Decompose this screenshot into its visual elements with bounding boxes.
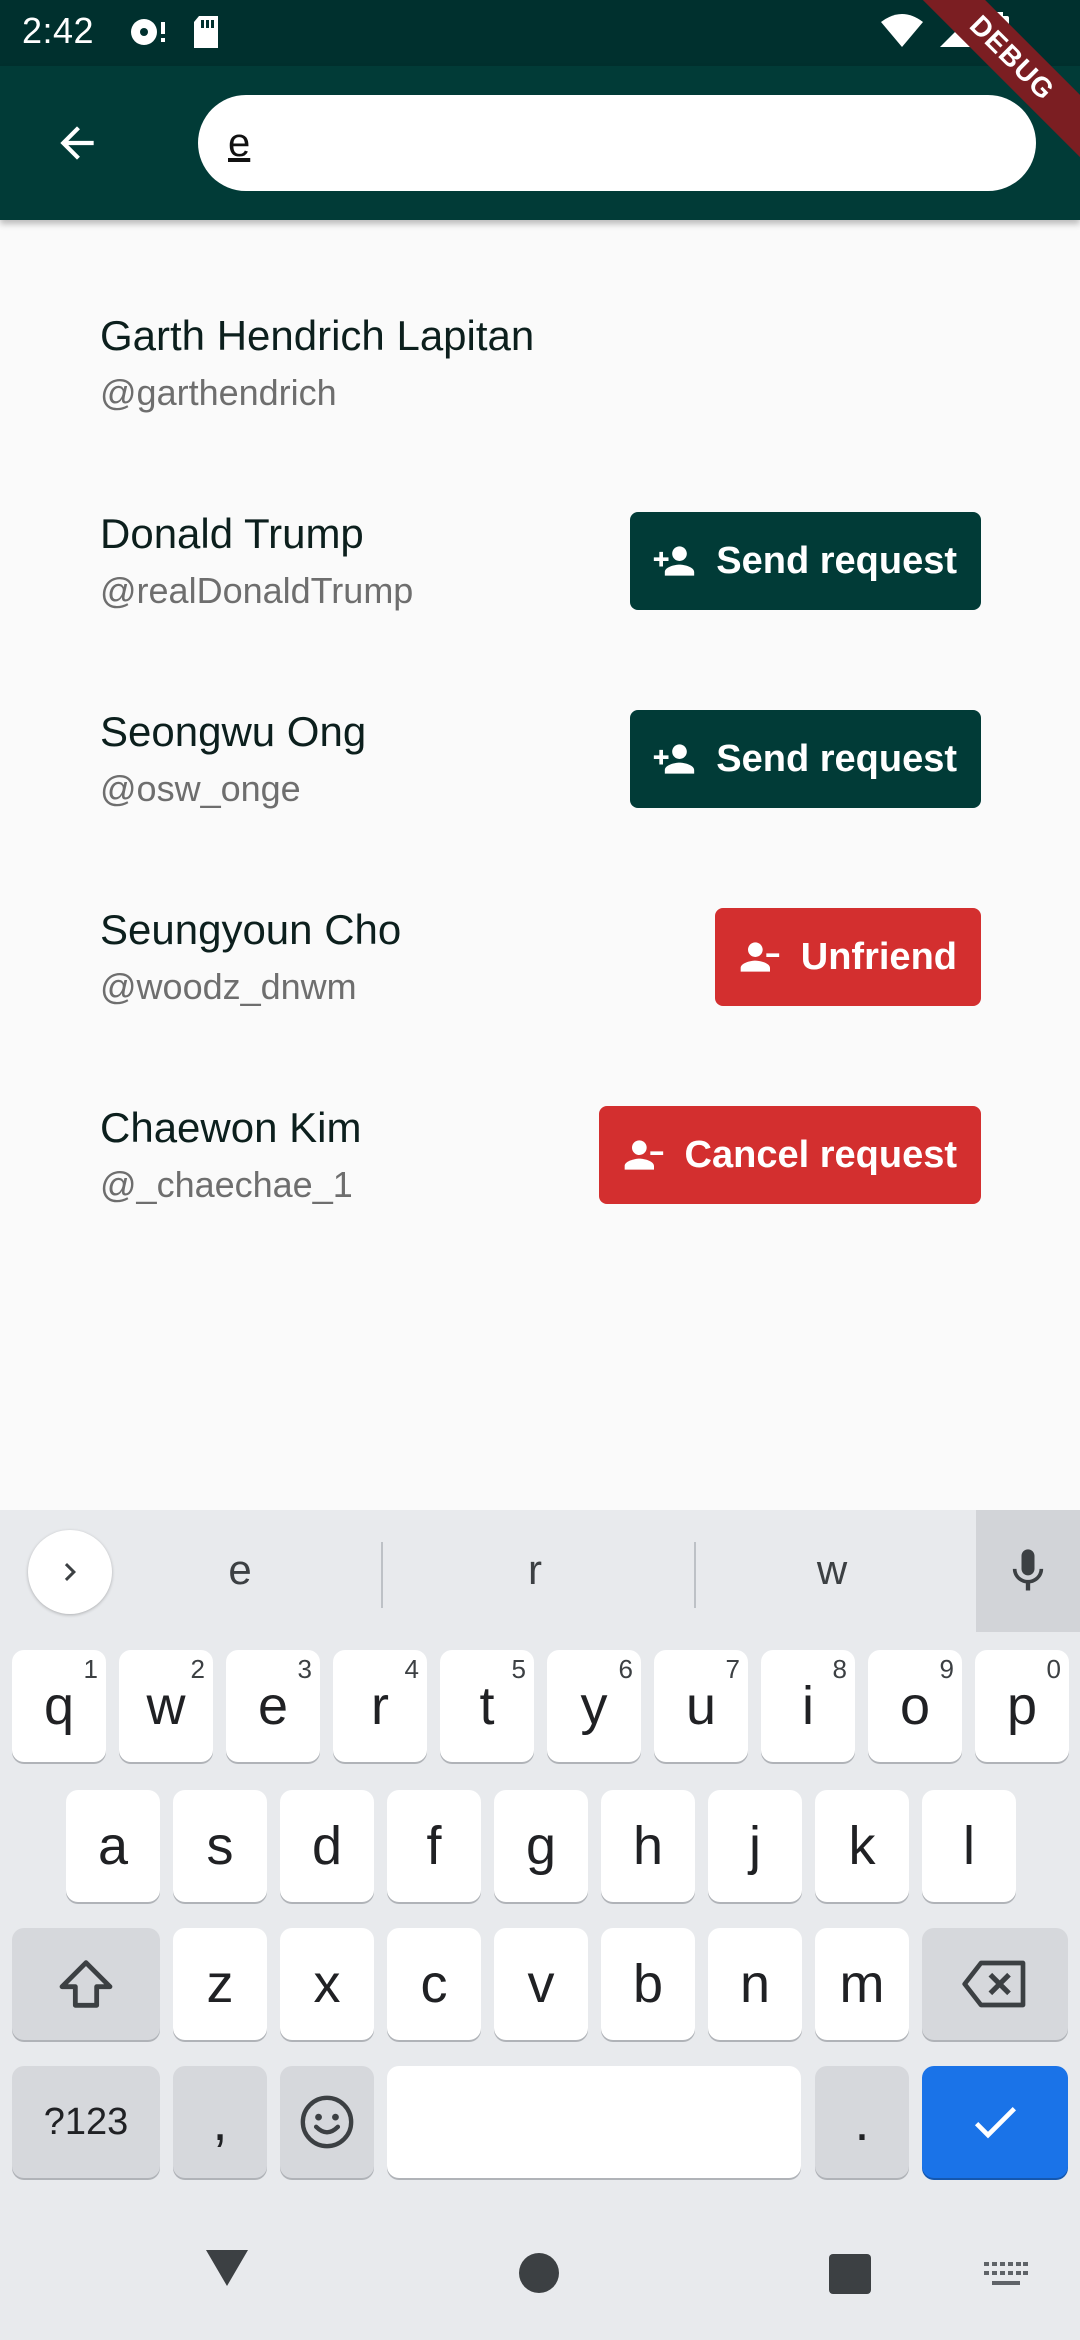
space-key[interactable] bbox=[387, 2066, 801, 2178]
key-s[interactable]: s bbox=[173, 1790, 267, 1902]
user-name: Donald Trump bbox=[100, 510, 364, 557]
key-z[interactable]: z bbox=[173, 1928, 267, 2040]
button-label: Cancel request bbox=[684, 1133, 957, 1176]
key-w[interactable]: w2 bbox=[119, 1650, 213, 1762]
suggestion-strip: e r w bbox=[0, 1510, 1080, 1632]
person-remove-icon bbox=[740, 942, 779, 972]
microphone-icon bbox=[1012, 1549, 1044, 1591]
send-request-button[interactable]: Send request bbox=[630, 710, 981, 808]
divider bbox=[694, 1542, 696, 1608]
cancel-request-button[interactable]: Cancel request bbox=[598, 1106, 981, 1204]
suggestion-item[interactable]: e bbox=[180, 1546, 300, 1594]
key-b[interactable]: b bbox=[601, 1928, 695, 2040]
shift-icon bbox=[59, 1960, 113, 2008]
app-bar bbox=[0, 66, 1080, 220]
key-t[interactable]: t5 bbox=[440, 1650, 534, 1762]
key-y[interactable]: y6 bbox=[547, 1650, 641, 1762]
period-key[interactable]: . bbox=[815, 2066, 909, 2178]
person-add-icon bbox=[654, 546, 695, 576]
button-label: Send request bbox=[716, 539, 957, 582]
voice-input-button[interactable] bbox=[976, 1510, 1080, 1632]
button-label: Unfriend bbox=[800, 935, 957, 978]
search-field[interactable] bbox=[198, 95, 1036, 191]
key-n[interactable]: n bbox=[708, 1928, 802, 2040]
done-key[interactable] bbox=[922, 2066, 1068, 2178]
key-g[interactable]: g bbox=[494, 1790, 588, 1902]
circle-icon bbox=[519, 2253, 559, 2293]
list-item[interactable]: Seongwu Ong @osw_onge Send request bbox=[0, 616, 1080, 814]
list-item[interactable]: Garth Hendrich Lapitan @garthendrich bbox=[0, 220, 1080, 418]
backspace-key[interactable] bbox=[922, 1928, 1068, 2040]
person-remove-icon bbox=[624, 1140, 663, 1170]
user-handle: @_chaechae_1 bbox=[100, 1164, 353, 1205]
media-icon bbox=[128, 14, 168, 55]
key-p[interactable]: p0 bbox=[975, 1650, 1069, 1762]
key-m[interactable]: m bbox=[815, 1928, 909, 2040]
user-name: Chaewon Kim bbox=[100, 1104, 362, 1151]
key-a[interactable]: a bbox=[66, 1790, 160, 1902]
user-handle: @woodz_dnwm bbox=[100, 966, 357, 1007]
key-d[interactable]: d bbox=[280, 1790, 374, 1902]
user-handle: @realDonaldTrump bbox=[100, 570, 414, 611]
send-request-button[interactable]: Send request bbox=[630, 512, 981, 610]
navigation-bar bbox=[0, 2200, 1080, 2340]
keyboard-switch-button[interactable] bbox=[984, 2262, 1028, 2295]
list-item[interactable]: Chaewon Kim @_chaechae_1 Cancel request bbox=[0, 1012, 1080, 1210]
key-l[interactable]: l bbox=[922, 1790, 1016, 1902]
symbols-key[interactable]: ?123 bbox=[12, 2066, 160, 2178]
nav-recents-button[interactable] bbox=[829, 2254, 871, 2299]
key-e[interactable]: e3 bbox=[226, 1650, 320, 1762]
emoji-icon bbox=[300, 2095, 354, 2149]
button-label: Send request bbox=[716, 737, 957, 780]
key-u[interactable]: u7 bbox=[654, 1650, 748, 1762]
key-v[interactable]: v bbox=[494, 1928, 588, 2040]
key-c[interactable]: c bbox=[387, 1928, 481, 2040]
user-name: Seongwu Ong bbox=[100, 708, 367, 755]
key-r[interactable]: r4 bbox=[333, 1650, 427, 1762]
shift-key[interactable] bbox=[12, 1928, 160, 2040]
key-i[interactable]: i8 bbox=[761, 1650, 855, 1762]
key-j[interactable]: j bbox=[708, 1790, 802, 1902]
expand-suggestions-button[interactable] bbox=[28, 1530, 112, 1614]
key-q[interactable]: q1 bbox=[12, 1650, 106, 1762]
arrow-back-icon bbox=[60, 126, 94, 160]
keyboard-icon bbox=[984, 2262, 1028, 2285]
wifi-icon bbox=[880, 13, 924, 54]
list-item[interactable]: Donald Trump @realDonaldTrump Send reque… bbox=[0, 418, 1080, 616]
key-h[interactable]: h bbox=[601, 1790, 695, 1902]
list-item[interactable]: Seungyoun Cho @woodz_dnwm Unfriend bbox=[0, 814, 1080, 1012]
chevron-right-icon bbox=[64, 1563, 76, 1581]
nav-back-button[interactable] bbox=[204, 2248, 250, 2293]
key-x[interactable]: x bbox=[280, 1928, 374, 2040]
search-input[interactable] bbox=[228, 113, 988, 173]
user-name: Seungyoun Cho bbox=[100, 906, 402, 953]
status-time: 2:42 bbox=[22, 10, 95, 51]
divider bbox=[381, 1542, 383, 1608]
user-name: Garth Hendrich Lapitan bbox=[100, 312, 535, 359]
back-button[interactable] bbox=[40, 106, 114, 180]
unfriend-button[interactable]: Unfriend bbox=[714, 908, 981, 1006]
comma-key[interactable]: , bbox=[173, 2066, 267, 2178]
emoji-key[interactable] bbox=[280, 2066, 374, 2178]
user-handle: @garthendrich bbox=[100, 372, 337, 413]
person-add-icon bbox=[654, 744, 695, 774]
status-bar: 2:42 bbox=[0, 0, 1080, 66]
key-o[interactable]: o9 bbox=[868, 1650, 962, 1762]
suggestion-item[interactable]: w bbox=[772, 1546, 892, 1594]
square-icon bbox=[829, 2254, 871, 2294]
backspace-icon bbox=[962, 1960, 1026, 2008]
key-f[interactable]: f bbox=[387, 1790, 481, 1902]
key-k[interactable]: k bbox=[815, 1790, 909, 1902]
user-handle: @osw_onge bbox=[100, 768, 301, 809]
suggestion-item[interactable]: r bbox=[475, 1546, 595, 1594]
sd-card-icon bbox=[190, 14, 222, 55]
checkmark-icon bbox=[974, 2107, 1016, 2139]
triangle-down-icon bbox=[206, 2250, 248, 2286]
nav-home-button[interactable] bbox=[518, 2252, 560, 2299]
